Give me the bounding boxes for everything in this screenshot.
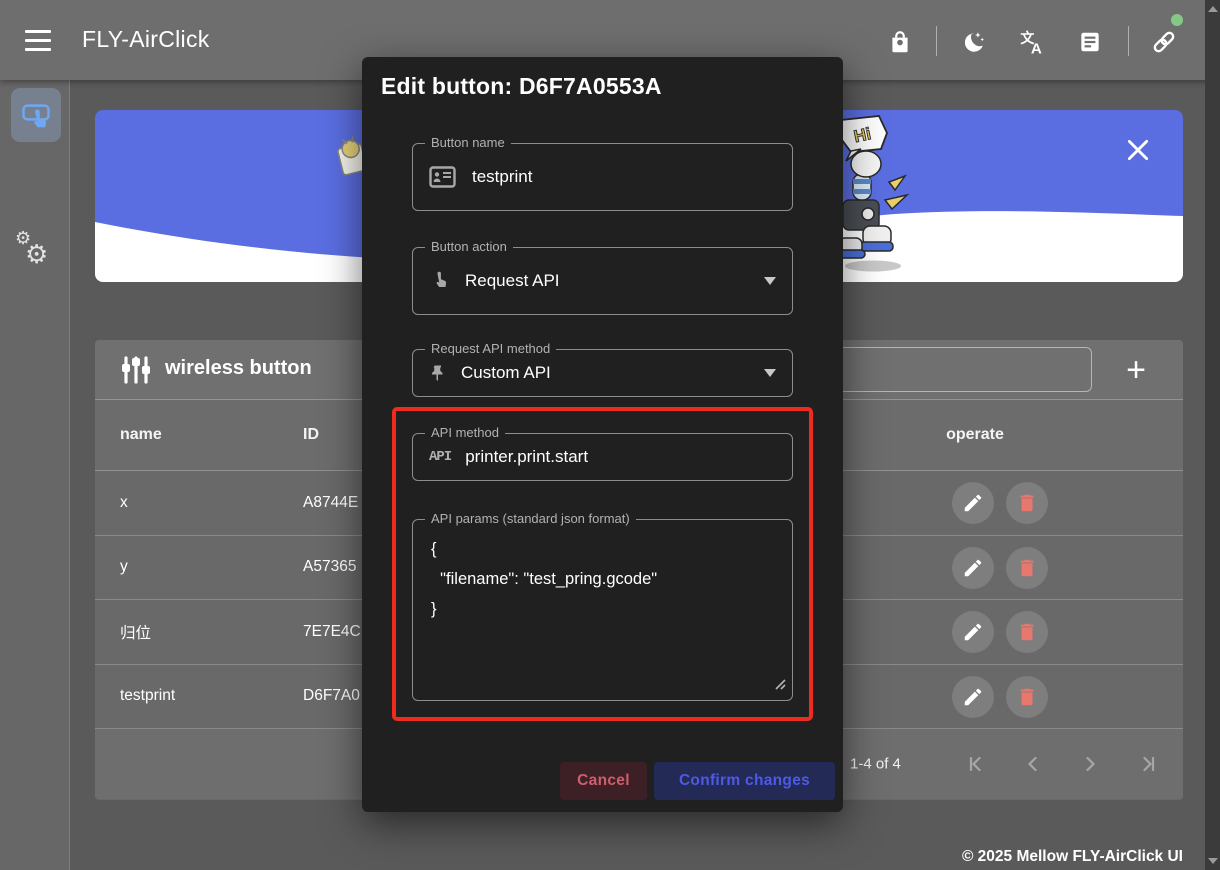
panel-title: wireless button xyxy=(165,357,312,380)
sidebar: ⚙ ⚙ xyxy=(0,80,70,870)
cell-name: y xyxy=(120,558,128,576)
toolbar-divider xyxy=(1128,26,1129,56)
menu-icon[interactable] xyxy=(25,30,51,51)
api-method-value[interactable]: printer.print.start xyxy=(465,447,588,467)
api-params-textarea[interactable]: { "filename": "test_pring.gcode" } xyxy=(429,532,780,690)
pagination-range-label: 1-4 of 4 xyxy=(850,756,901,773)
app-title: FLY-AirClick xyxy=(82,26,210,53)
dark-mode-moon-icon[interactable] xyxy=(953,22,993,62)
field-label: Button action xyxy=(425,239,513,254)
sidebar-item-settings[interactable]: ⚙ ⚙ xyxy=(15,228,57,274)
online-status-dot xyxy=(1171,14,1183,26)
link-icon[interactable] xyxy=(1144,22,1184,62)
delete-button[interactable] xyxy=(1006,482,1048,524)
store-bag-icon[interactable] xyxy=(880,22,920,62)
contact-card-icon xyxy=(429,166,456,188)
tap-button-icon xyxy=(21,100,51,130)
edit-button-dialog: Edit button: D6F7A0553A Button name Butt… xyxy=(362,57,843,812)
cell-name: 归位 xyxy=(120,621,151,643)
field-label: API params (standard json format) xyxy=(425,511,636,526)
edit-button[interactable] xyxy=(952,482,994,524)
api-text-icon: API xyxy=(429,449,451,465)
api-method-field: API method API printer.print.start xyxy=(412,433,793,481)
first-page-icon[interactable] xyxy=(959,746,995,782)
confirm-changes-button[interactable]: Confirm changes xyxy=(654,762,835,800)
cell-name: testprint xyxy=(120,687,175,705)
last-page-icon[interactable] xyxy=(1129,746,1165,782)
request-api-method-select[interactable]: Request API method Custom API xyxy=(412,349,793,397)
sidebar-item-remote-buttons[interactable] xyxy=(11,88,61,142)
delete-button[interactable] xyxy=(1006,547,1048,589)
button-name-input[interactable] xyxy=(470,166,776,188)
add-button[interactable]: + xyxy=(1113,349,1159,391)
edit-button[interactable] xyxy=(952,611,994,653)
chevron-down-icon xyxy=(764,364,776,382)
scroll-down-arrow-icon[interactable] xyxy=(1208,858,1218,864)
resize-handle-icon[interactable] xyxy=(774,677,786,695)
request-api-method-value: Custom API xyxy=(461,363,551,383)
push-pin-icon xyxy=(429,361,447,385)
column-header-operate: operate xyxy=(940,426,1010,444)
copyright-footer: © 2025 Mellow FLY-AirClick UI xyxy=(962,848,1183,866)
field-label: API method xyxy=(425,425,505,440)
column-header-name: name xyxy=(120,426,162,444)
column-header-id: ID xyxy=(303,426,319,444)
button-action-select[interactable]: Button action Request API xyxy=(412,247,793,315)
cell-name: x xyxy=(120,494,128,512)
close-icon[interactable] xyxy=(1122,135,1154,167)
delete-button[interactable] xyxy=(1006,611,1048,653)
toolbar-divider xyxy=(936,26,937,56)
cell-id: A8744E xyxy=(303,494,358,512)
gear-icon: ⚙ xyxy=(25,240,48,270)
button-action-value: Request API xyxy=(465,271,560,291)
cell-id: A57365 xyxy=(303,558,356,576)
cancel-button[interactable]: Cancel xyxy=(560,762,647,800)
app-root: FLY-AirClick 文 A xyxy=(0,0,1220,870)
field-label: Request API method xyxy=(425,341,556,356)
translate-icon[interactable]: 文 A xyxy=(1012,22,1052,62)
delete-button[interactable] xyxy=(1006,676,1048,718)
edit-button[interactable] xyxy=(952,676,994,718)
previous-page-icon[interactable] xyxy=(1015,746,1051,782)
scroll-up-arrow-icon[interactable] xyxy=(1208,6,1218,12)
api-params-field: API params (standard json format) { "fil… xyxy=(412,519,793,701)
hand-pointer-icon xyxy=(429,269,451,293)
chevron-down-icon xyxy=(764,272,776,290)
cell-id: D6F7A0 xyxy=(303,687,360,705)
edit-button[interactable] xyxy=(952,547,994,589)
document-icon[interactable] xyxy=(1070,22,1110,62)
tune-sliders-icon xyxy=(120,354,152,391)
page-scrollbar[interactable] xyxy=(1205,0,1220,870)
cell-id: 7E7E4C xyxy=(303,623,361,641)
button-name-field: Button name xyxy=(412,143,793,211)
next-page-icon[interactable] xyxy=(1072,746,1108,782)
dialog-title: Edit button: D6F7A0553A xyxy=(381,73,662,100)
svg-text:A: A xyxy=(1031,41,1042,56)
field-label: Button name xyxy=(425,135,511,150)
